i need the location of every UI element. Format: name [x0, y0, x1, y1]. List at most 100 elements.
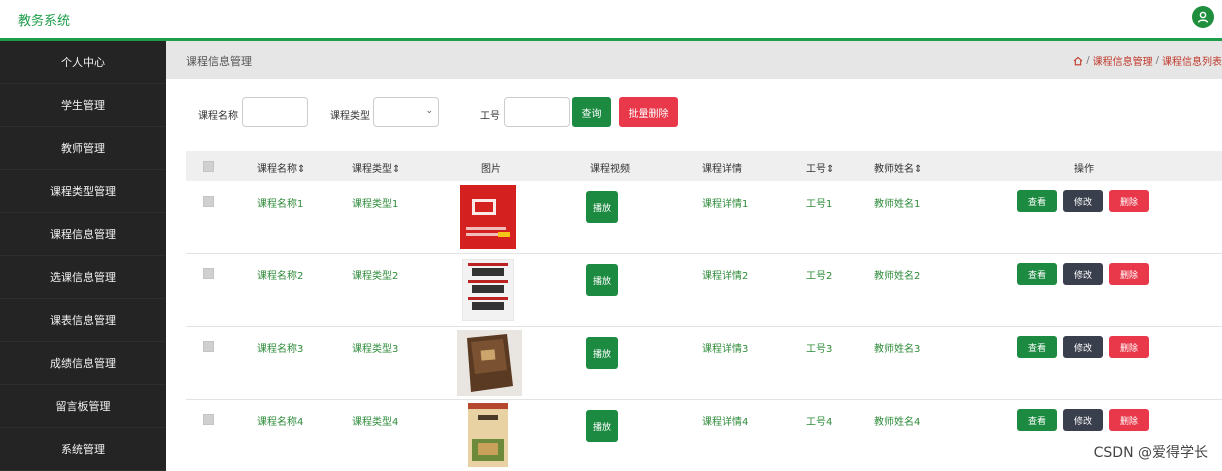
course-name-cell[interactable]: 课程名称4: [257, 413, 303, 428]
book-cover-image: [457, 330, 522, 396]
edit-button[interactable]: 修改: [1063, 336, 1103, 358]
header-image: 图片: [481, 164, 501, 175]
table-row: 课程名称2 课程类型2 播放 课程详情2 工号2 教师姓名2 查看 修改 删除: [186, 254, 1222, 327]
row-checkbox[interactable]: [203, 268, 214, 279]
delete-button[interactable]: 删除: [1109, 409, 1149, 431]
play-video-button[interactable]: 播放: [586, 191, 618, 223]
row-checkbox[interactable]: [203, 414, 214, 425]
header-course-type[interactable]: 课程类型⇕: [352, 160, 400, 175]
book-cover-image: [468, 403, 508, 467]
header-label: 教师姓名: [874, 164, 914, 175]
teacher-name-cell[interactable]: 教师姓名1: [874, 195, 920, 210]
header-label: 课程类型: [352, 164, 392, 175]
breadcrumb-separator: /: [1086, 55, 1090, 66]
breadcrumb: / 课程信息管理 / 课程信息列表: [1073, 53, 1222, 68]
chevron-down-icon: ⌄: [425, 106, 433, 116]
header-video: 课程视频: [590, 164, 630, 175]
delete-button[interactable]: 删除: [1109, 263, 1149, 285]
watermark: CSDN @爱得学长: [1093, 445, 1208, 461]
sidebar-item-teachers[interactable]: 教师管理: [0, 127, 166, 170]
sidebar-item-system[interactable]: 系统管理: [0, 428, 166, 471]
sidebar-item-course-selection[interactable]: 选课信息管理: [0, 256, 166, 299]
search-button[interactable]: 查询: [572, 97, 611, 127]
delete-button[interactable]: 删除: [1109, 190, 1149, 212]
sidebar-item-message-board[interactable]: 留言板管理: [0, 385, 166, 428]
course-detail-cell[interactable]: 课程详情3: [702, 340, 748, 355]
course-type-cell[interactable]: 课程类型2: [352, 267, 398, 282]
header-bar: 课程信息管理 / 课程信息管理 / 课程信息列表: [166, 41, 1222, 79]
header-detail: 课程详情: [702, 164, 742, 175]
delete-button[interactable]: 删除: [1109, 336, 1149, 358]
header-teacher-id[interactable]: 工号⇕: [806, 160, 834, 175]
course-image: [462, 259, 514, 321]
sidebar-item-personal-center[interactable]: 个人中心: [0, 41, 166, 84]
course-name-cell[interactable]: 课程名称1: [257, 195, 303, 210]
course-name-input[interactable]: [242, 97, 308, 127]
header-actions: 操作: [1074, 164, 1094, 175]
course-detail-cell[interactable]: 课程详情4: [702, 413, 748, 428]
teacher-name-cell[interactable]: 教师姓名3: [874, 340, 920, 355]
main-content: 课程信息管理 / 课程信息管理 / 课程信息列表 课程名称 课程类型 ⌄ 工号 …: [166, 41, 1222, 471]
teacher-id-input[interactable]: [504, 97, 570, 127]
teacher-id-cell[interactable]: 工号2: [806, 267, 832, 282]
batch-delete-button[interactable]: 批量删除: [619, 97, 678, 127]
edit-button[interactable]: 修改: [1063, 263, 1103, 285]
breadcrumb-item-course-info[interactable]: 课程信息管理: [1093, 53, 1153, 68]
sort-arrows-icon[interactable]: ⇕: [914, 164, 922, 175]
edit-button[interactable]: 修改: [1063, 190, 1103, 212]
play-video-button[interactable]: 播放: [586, 410, 618, 442]
view-button[interactable]: 查看: [1017, 409, 1057, 431]
course-type-select[interactable]: ⌄: [373, 97, 439, 127]
play-video-button[interactable]: 播放: [586, 264, 618, 296]
book-cover-image: [460, 185, 516, 249]
play-video-button[interactable]: 播放: [586, 337, 618, 369]
table-row: 课程名称3 课程类型3 播放 课程详情3 工号3 教师姓名3 查看 修改 删除: [186, 327, 1222, 400]
teacher-id-cell[interactable]: 工号3: [806, 340, 832, 355]
page-title: 课程信息管理: [186, 55, 252, 68]
app-title: 教务系统: [18, 14, 71, 29]
book-cover-image: [462, 259, 514, 321]
sidebar-item-students[interactable]: 学生管理: [0, 84, 166, 127]
table-row: 课程名称1 课程类型1 播放 课程详情1 工号1 教师姓名1 查看 修改 删除: [186, 181, 1222, 254]
sort-arrows-icon[interactable]: ⇕: [392, 164, 400, 175]
sidebar-item-timetable[interactable]: 课表信息管理: [0, 299, 166, 342]
header-course-name[interactable]: 课程名称⇕: [257, 160, 305, 175]
row-checkbox[interactable]: [203, 196, 214, 207]
course-image: [458, 185, 518, 249]
course-name-cell[interactable]: 课程名称2: [257, 267, 303, 282]
sort-arrows-icon[interactable]: ⇕: [297, 164, 305, 175]
header-teacher-name[interactable]: 教师姓名⇕: [874, 160, 922, 175]
row-checkbox[interactable]: [203, 341, 214, 352]
view-button[interactable]: 查看: [1017, 336, 1057, 358]
user-icon: [1197, 11, 1209, 23]
course-type-cell[interactable]: 课程类型1: [352, 195, 398, 210]
home-icon[interactable]: [1073, 56, 1083, 66]
course-detail-cell[interactable]: 课程详情1: [702, 195, 748, 210]
course-type-label: 课程类型: [330, 111, 370, 122]
sort-arrows-icon[interactable]: ⇕: [826, 164, 834, 175]
select-all-checkbox[interactable]: [203, 161, 214, 172]
course-type-cell[interactable]: 课程类型3: [352, 340, 398, 355]
teacher-name-cell[interactable]: 教师姓名2: [874, 267, 920, 282]
header-label: 课程名称: [257, 164, 297, 175]
breadcrumb-separator: /: [1155, 55, 1159, 66]
sidebar-item-grades[interactable]: 成绩信息管理: [0, 342, 166, 385]
teacher-id-label: 工号: [480, 111, 500, 122]
sidebar-item-course-info[interactable]: 课程信息管理: [0, 213, 166, 256]
search-form: 课程名称 课程类型 ⌄ 工号 查询 批量删除: [166, 97, 1222, 129]
teacher-id-cell[interactable]: 工号4: [806, 413, 832, 428]
teacher-name-cell[interactable]: 教师姓名4: [874, 413, 920, 428]
view-button[interactable]: 查看: [1017, 263, 1057, 285]
course-type-cell[interactable]: 课程类型4: [352, 413, 398, 428]
course-image: [464, 403, 512, 467]
course-detail-cell[interactable]: 课程详情2: [702, 267, 748, 282]
view-button[interactable]: 查看: [1017, 190, 1057, 212]
teacher-id-cell[interactable]: 工号1: [806, 195, 832, 210]
course-name-cell[interactable]: 课程名称3: [257, 340, 303, 355]
breadcrumb-item-course-list[interactable]: 课程信息列表: [1162, 53, 1222, 68]
user-avatar-icon[interactable]: [1192, 6, 1214, 28]
sidebar: 个人中心 学生管理 教师管理 课程类型管理 课程信息管理 选课信息管理 课表信息…: [0, 41, 166, 471]
sidebar-item-course-types[interactable]: 课程类型管理: [0, 170, 166, 213]
edit-button[interactable]: 修改: [1063, 409, 1103, 431]
table-row: 课程名称4 课程类型4 播放 课程详情4 工号4 教师姓名4 查看 修改 删除: [186, 400, 1222, 471]
